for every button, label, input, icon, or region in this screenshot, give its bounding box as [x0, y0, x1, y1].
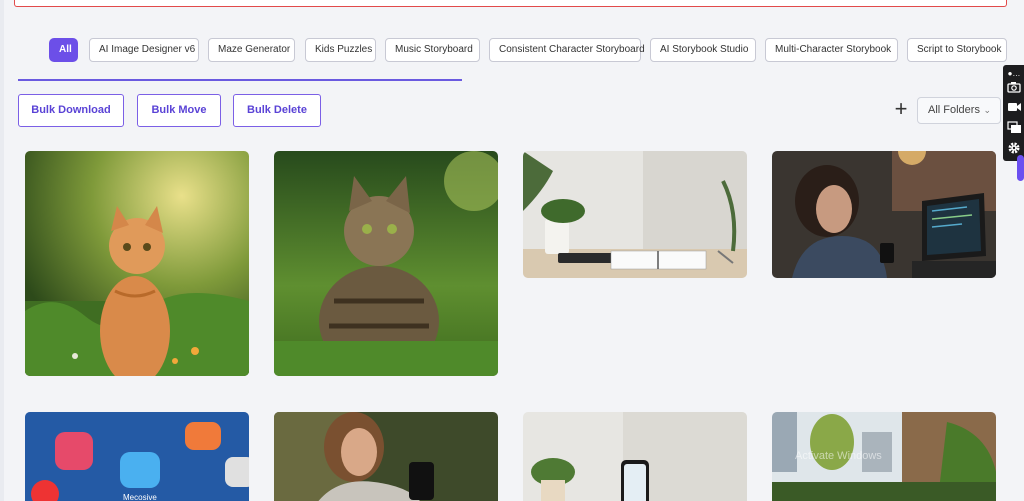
- side-toolbar: ●…: [1003, 65, 1024, 161]
- svg-text:Mecosive: Mecosive: [123, 493, 157, 501]
- video-icon[interactable]: [1006, 101, 1022, 115]
- filter-all[interactable]: All: [49, 38, 78, 62]
- extension-icon[interactable]: ●…: [1006, 67, 1022, 81]
- screens-icon[interactable]: [1006, 121, 1022, 135]
- filter-ai-image-designer[interactable]: AI Image Designer v6: [89, 38, 199, 62]
- gear-icon[interactable]: [1006, 141, 1022, 155]
- filter-consistent-character-storyboard[interactable]: Consistent Character Storyboard: [489, 38, 645, 62]
- bulk-delete-button[interactable]: Bulk Delete: [233, 94, 321, 127]
- bulk-move-button[interactable]: Bulk Move: [137, 94, 221, 127]
- filter-multi-character-storybook[interactable]: Multi-Character Storybook: [765, 38, 898, 62]
- image-card-woman-laptop[interactable]: [772, 151, 996, 278]
- orange-kitten-image: [25, 151, 249, 376]
- activate-windows-watermark: Activate Windows: [795, 450, 882, 462]
- left-edge: [0, 0, 4, 501]
- bulk-download-button[interactable]: Bulk Download: [18, 94, 124, 127]
- image-card-woman-phone[interactable]: [274, 412, 498, 501]
- filter-maze-generator[interactable]: Maze Generator: [208, 38, 295, 62]
- camera-icon[interactable]: [1006, 81, 1022, 95]
- filter-kids-puzzles[interactable]: Kids Puzzles: [305, 38, 376, 62]
- phone-apps-image: Mecosive: [25, 412, 249, 501]
- add-folder-button[interactable]: +: [889, 98, 913, 122]
- tab-underline: [18, 79, 462, 81]
- image-card-phone-plant[interactable]: [523, 412, 747, 501]
- chevron-down-icon: ⌄: [983, 105, 991, 115]
- image-card-desk-notebook[interactable]: [523, 151, 747, 278]
- image-card-phone-apps[interactable]: Mecosive: [25, 412, 249, 501]
- scroll-indicator[interactable]: [1017, 155, 1024, 181]
- filter-ai-storybook-studio[interactable]: AI Storybook Studio: [650, 38, 756, 62]
- filter-music-storyboard[interactable]: Music Storyboard: [385, 38, 480, 62]
- folder-select-value: All Folders: [928, 104, 980, 116]
- phone-plant-image: [523, 412, 747, 501]
- woman-phone-image: [274, 412, 498, 501]
- tabby-cat-image: [274, 151, 498, 376]
- desk-notebook-image: [523, 151, 747, 278]
- image-card-tabby-cat[interactable]: [274, 151, 498, 376]
- filter-script-to-storybook[interactable]: Script to Storybook: [907, 38, 1007, 62]
- alert-banner: [14, 0, 1007, 7]
- image-card-orange-kitten[interactable]: [25, 151, 249, 376]
- woman-laptop-image: [772, 151, 996, 278]
- folder-select[interactable]: All Folders ⌄: [917, 97, 1001, 124]
